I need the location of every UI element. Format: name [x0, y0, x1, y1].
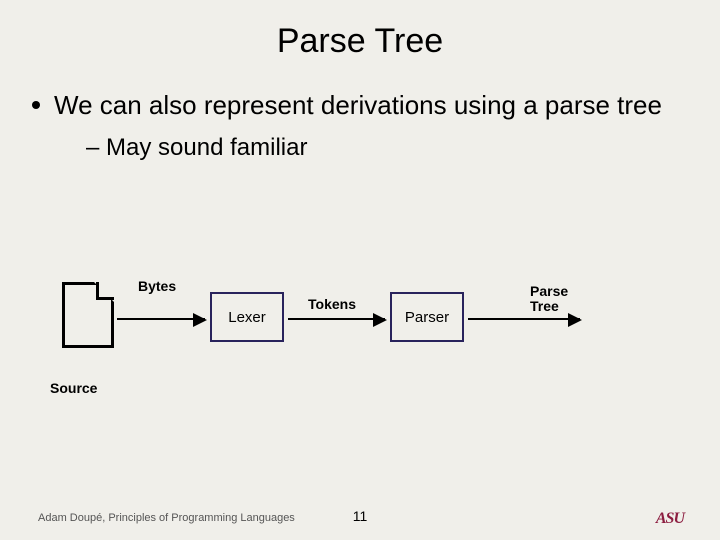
bullet-dot-icon — [32, 101, 40, 109]
pipeline-diagram: Source Bytes Lexer Tokens Parser Parse T… — [0, 270, 720, 440]
sub-bullet-dash: – — [86, 134, 99, 161]
slide-number: 11 — [0, 508, 720, 524]
source-label: Source — [50, 380, 97, 396]
slide: Parse Tree We can also represent derivat… — [0, 0, 720, 540]
lexer-box: Lexer — [210, 292, 284, 342]
bullet-list: We can also represent derivations using … — [32, 89, 720, 162]
sub-bullet-item: – May sound familiar — [86, 134, 720, 162]
sub-bullet-text: May sound familiar — [106, 134, 307, 161]
arrow-label-bytes: Bytes — [138, 278, 176, 294]
arrow-icon — [468, 318, 580, 320]
arrow-label-tokens: Tokens — [308, 296, 356, 312]
asu-logo: ASU — [656, 510, 684, 528]
arrow-icon — [117, 318, 205, 320]
arrow-icon — [288, 318, 385, 320]
bullet-item: We can also represent derivations using … — [32, 89, 720, 122]
parser-box: Parser — [390, 292, 464, 342]
bullet-text: We can also represent derivations using … — [54, 89, 662, 122]
arrow-label-parsetree: Parse Tree — [530, 284, 580, 315]
file-icon — [62, 282, 114, 348]
slide-title: Parse Tree — [0, 0, 720, 61]
